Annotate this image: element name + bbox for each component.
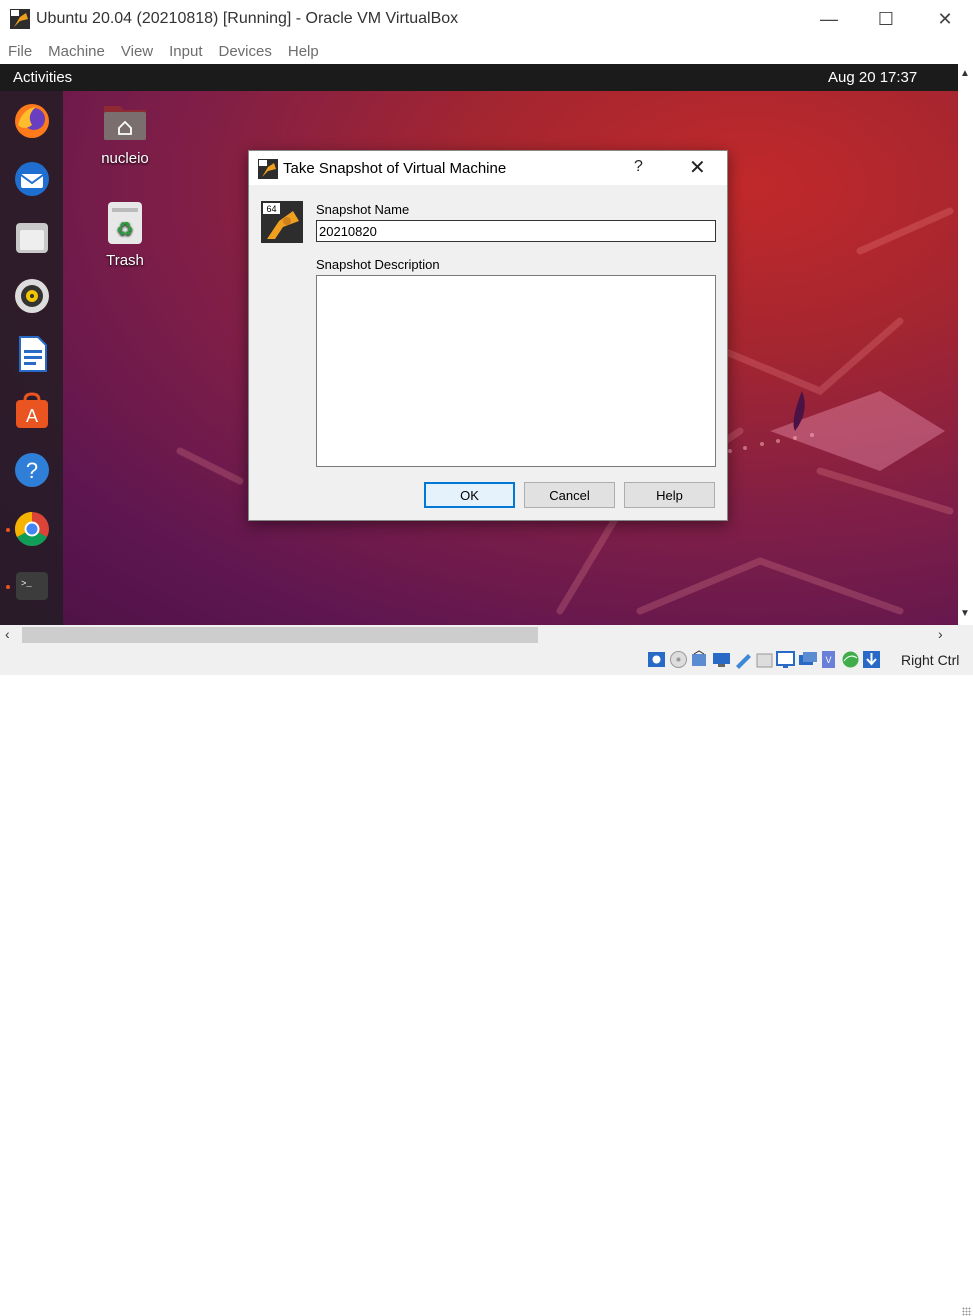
desktop-home-folder[interactable]: nucleio: [95, 100, 155, 167]
ok-button[interactable]: OK: [424, 482, 515, 508]
display-icon[interactable]: [775, 649, 796, 670]
scroll-right-arrow[interactable]: ›: [938, 626, 943, 642]
resize-grip[interactable]: [962, 1307, 971, 1316]
trash-icon: ♻: [108, 202, 142, 244]
mouse-integration-icon[interactable]: [861, 649, 882, 670]
cancel-button[interactable]: Cancel: [524, 482, 615, 508]
files-icon[interactable]: [12, 218, 52, 258]
running-indicator: [6, 585, 10, 589]
shared-folders-icon[interactable]: [754, 649, 775, 670]
help-button[interactable]: Help: [624, 482, 715, 508]
vertical-scrollbar[interactable]: ▲ ▼: [958, 64, 973, 625]
scroll-corner: [958, 625, 973, 645]
trash-label: Trash: [106, 252, 144, 269]
network-icon[interactable]: [711, 649, 732, 670]
cpu-icon[interactable]: V: [818, 649, 839, 670]
minimize-button[interactable]: —: [806, 4, 852, 34]
svg-text:64: 64: [266, 204, 276, 214]
svg-text:V: V: [825, 655, 831, 665]
menu-machine[interactable]: Machine: [48, 43, 105, 60]
close-button[interactable]: ✕: [922, 4, 968, 34]
clock[interactable]: Aug 20 17:37: [828, 69, 917, 86]
dialog-title: Take Snapshot of Virtual Machine: [283, 160, 507, 177]
audio-icon[interactable]: [689, 649, 710, 670]
home-folder-label: nucleio: [101, 150, 149, 167]
svg-text:A: A: [26, 406, 38, 426]
dialog-close-button[interactable]: ✕: [689, 155, 706, 180]
snapshot-description-input[interactable]: [316, 275, 716, 467]
scroll-up-arrow[interactable]: ▲: [960, 68, 970, 79]
optical-drive-icon[interactable]: [668, 649, 689, 670]
menu-view[interactable]: View: [121, 43, 153, 60]
terminal-icon[interactable]: >_: [12, 566, 52, 606]
menu-bar: File Machine View Input Devices Help: [0, 38, 973, 64]
ubuntu-dock: A ? >_: [0, 91, 63, 625]
help-icon[interactable]: ?: [12, 450, 52, 490]
scroll-left-arrow[interactable]: ‹: [5, 626, 10, 642]
activities-button[interactable]: Activities: [13, 69, 72, 86]
guest-additions-icon[interactable]: [840, 649, 861, 670]
running-indicator: [6, 528, 10, 532]
rhythmbox-icon[interactable]: [12, 276, 52, 316]
chrome-icon[interactable]: [12, 509, 52, 549]
svg-text:♻: ♻: [116, 217, 134, 241]
scroll-down-arrow[interactable]: ▼: [960, 608, 970, 619]
maximize-button[interactable]: ☐: [863, 4, 909, 34]
take-snapshot-dialog: Take Snapshot of Virtual Machine ? ✕ 64 …: [248, 150, 728, 521]
gnome-top-bar: Activities Aug 20 17:37: [0, 64, 958, 91]
dialog-titlebar: Take Snapshot of Virtual Machine ? ✕: [249, 151, 727, 185]
svg-text:>_: >_: [21, 579, 32, 589]
desktop-trash[interactable]: ♻ Trash: [95, 202, 155, 269]
firefox-icon[interactable]: [12, 101, 52, 141]
menu-file[interactable]: File: [8, 43, 32, 60]
horizontal-scrollbar[interactable]: ‹ ›: [0, 625, 958, 645]
usb-icon[interactable]: [732, 649, 753, 670]
virtualbox-icon: [258, 159, 278, 179]
scroll-thumb[interactable]: [22, 627, 538, 643]
menu-help[interactable]: Help: [288, 43, 319, 60]
home-folder-icon: [104, 106, 146, 140]
ubuntu-software-icon[interactable]: A: [12, 392, 52, 432]
snapshot-vm-icon: 64: [261, 201, 303, 243]
window-title: Ubuntu 20.04 (20210818) [Running] - Orac…: [36, 10, 459, 27]
snapshot-description-label: Snapshot Description: [316, 257, 440, 272]
menu-input[interactable]: Input: [169, 43, 202, 60]
host-key-label[interactable]: Right Ctrl: [901, 652, 959, 668]
status-icons: V: [646, 649, 883, 670]
svg-text:?: ?: [26, 458, 38, 483]
snapshot-name-label: Snapshot Name: [316, 202, 410, 217]
libreoffice-writer-icon[interactable]: [12, 334, 52, 374]
video-capture-icon[interactable]: [797, 649, 818, 670]
thunderbird-icon[interactable]: [12, 159, 52, 199]
menu-devices[interactable]: Devices: [219, 43, 272, 60]
virtualbox-icon: [10, 9, 30, 29]
hard-disk-icon[interactable]: [646, 649, 667, 670]
snapshot-name-input[interactable]: 20210820: [316, 220, 716, 242]
context-help-button[interactable]: ?: [634, 158, 643, 176]
window-titlebar: Ubuntu 20.04 (20210818) [Running] - Orac…: [0, 0, 973, 38]
status-bar: V Right Ctrl: [0, 645, 973, 1316]
